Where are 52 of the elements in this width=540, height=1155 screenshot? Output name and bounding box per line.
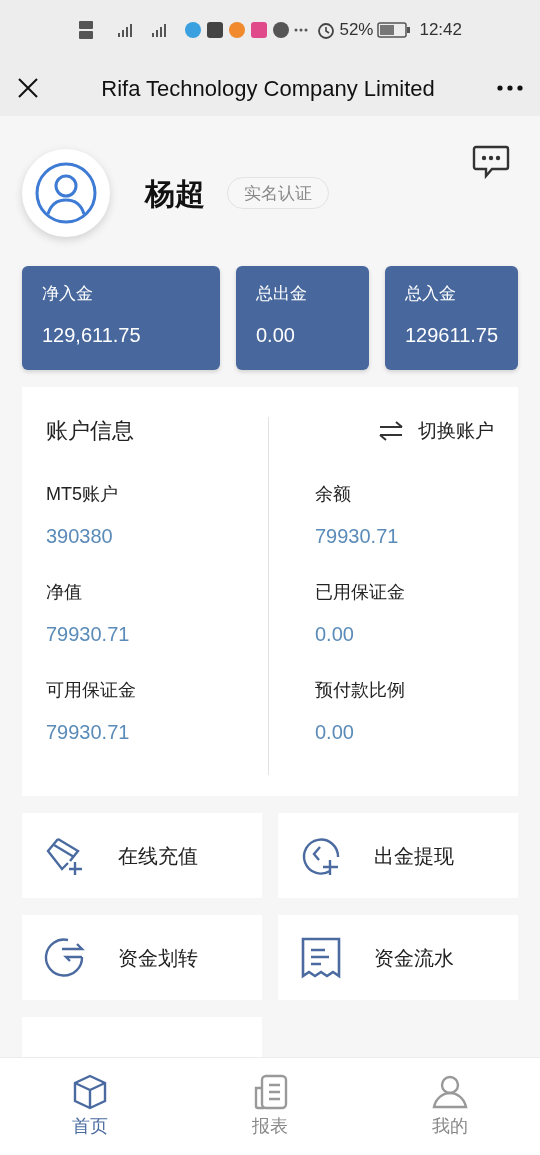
close-button[interactable] xyxy=(16,76,40,100)
field-value: 79930.71 xyxy=(315,523,400,547)
more-notifications-icon xyxy=(294,28,308,32)
field-label: 净值 xyxy=(46,580,83,604)
battery-icon xyxy=(377,22,412,38)
field-value: 79930.71 xyxy=(46,719,131,743)
nav-tab[interactable]: 首页 xyxy=(0,1058,180,1155)
nav-tab[interactable]: 报表 xyxy=(180,1058,360,1155)
stat-value: 0.00 xyxy=(256,323,296,349)
action-tile[interactable]: 出金提现 xyxy=(278,813,518,898)
circular-arrows-icon xyxy=(44,936,86,979)
field-value: 0.00 xyxy=(315,719,355,743)
alarm-icon xyxy=(317,21,336,39)
close-icon xyxy=(17,77,39,99)
app-notification-icon xyxy=(228,21,246,39)
battery-percent: 52% xyxy=(339,19,374,42)
field-label: 可用保证金 xyxy=(46,678,137,702)
field-label: 预付款比例 xyxy=(315,678,406,702)
document-icon xyxy=(252,1073,288,1110)
field-label: 已用保证金 xyxy=(315,580,406,604)
swap-icon xyxy=(378,420,404,441)
app-notification-icon xyxy=(250,21,268,39)
stat-label: 净入金 xyxy=(42,282,94,305)
page-title: Rifa Technology Company Limited xyxy=(100,74,436,103)
verification-badge: 实名认证 xyxy=(227,177,329,210)
clock-time: 12:42 xyxy=(419,19,462,42)
person-icon xyxy=(432,1073,468,1110)
app-notification-icon xyxy=(184,21,202,39)
avatar[interactable] xyxy=(22,149,110,238)
switch-account-button[interactable]: 切换账户 xyxy=(378,416,494,445)
app-notification-icon xyxy=(206,21,224,39)
action-tile[interactable]: 资金流水 xyxy=(278,915,518,1000)
receipt-icon xyxy=(300,936,342,979)
message-icon[interactable] xyxy=(472,144,510,180)
more-icon xyxy=(497,85,523,91)
user-icon xyxy=(35,162,97,225)
stat-label: 总出金 xyxy=(256,282,308,305)
stat-value: 129611.75 xyxy=(405,323,500,349)
field-value: 390380 xyxy=(46,523,114,547)
action-tile[interactable]: 在线充值 xyxy=(22,813,262,898)
action-tile[interactable]: 资金划转 xyxy=(22,915,262,1000)
field-value: 79930.71 xyxy=(46,621,131,645)
app-notification-icon xyxy=(272,21,290,39)
field-value: 0.00 xyxy=(315,621,355,645)
field-label: MT5账户 xyxy=(46,482,119,506)
user-name: 杨超 xyxy=(145,175,205,212)
section-title: 账户信息 xyxy=(46,416,135,445)
field-label: 余额 xyxy=(315,482,352,506)
stat-value: 129,611.75 xyxy=(42,323,142,349)
nav-tab[interactable]: 我的 xyxy=(360,1058,540,1155)
stat-label: 总入金 xyxy=(405,282,457,305)
cube-icon xyxy=(72,1073,108,1110)
